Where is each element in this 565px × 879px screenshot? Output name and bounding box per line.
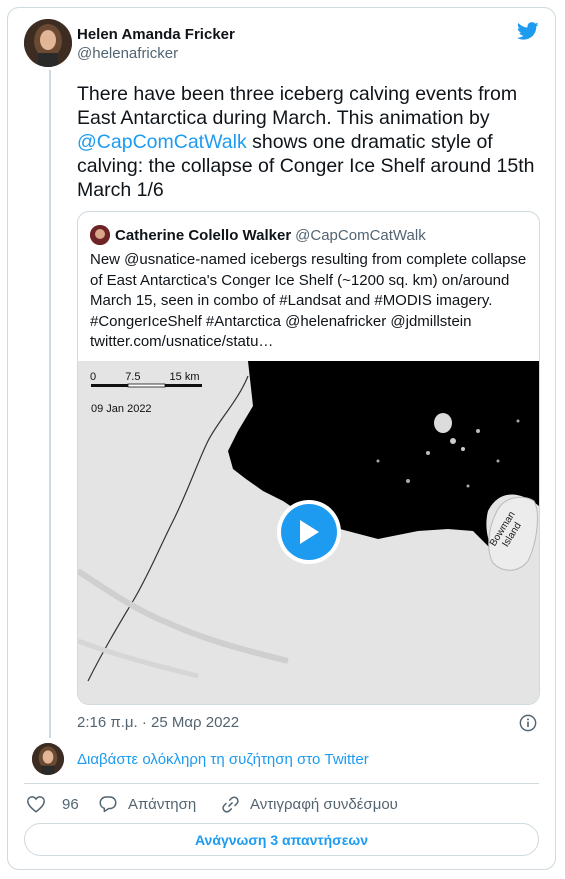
author-handle[interactable]: @helenafricker	[77, 45, 178, 62]
tweet-timestamp[interactable]: 2:16 π.μ. · 25 Μαρ 2022	[77, 714, 239, 731]
quoted-text: New @usnatice-named icebergs resulting f…	[90, 250, 530, 353]
mention-link[interactable]: @CapComCatWalk	[77, 131, 247, 153]
like-action[interactable]: 96	[26, 795, 79, 813]
read-replies-button[interactable]: Ανάγνωση 3 απαντήσεων	[24, 823, 539, 856]
author-avatar[interactable]	[24, 19, 72, 67]
quoted-text-line: New @usnatice-named icebergs resulting f…	[90, 251, 527, 268]
video-thumbnail[interactable]: 0 7.5 15 km 09 Jan 2022 Bowman Island	[78, 361, 539, 704]
thread-avatar	[32, 743, 64, 775]
quoted-author-name: Catherine Colello Walker	[115, 227, 292, 244]
author-name[interactable]: Helen Amanda Fricker	[77, 26, 235, 43]
info-icon[interactable]	[519, 714, 537, 732]
quoted-tweet[interactable]: Catherine Colello Walker @CapComCatWalk N…	[77, 211, 540, 705]
quoted-author: Catherine Colello Walker @CapComCatWalk	[115, 227, 426, 244]
tweet-text-part: There have been three iceberg calving ev…	[77, 83, 518, 129]
quoted-author-avatar	[90, 225, 110, 245]
reply-label: Απάντηση	[128, 795, 197, 813]
quoted-text-line: #CongerIceShelf #Antarctica @helenafrick…	[90, 312, 472, 330]
copy-link-label: Αντιγραφή συνδέσμου	[250, 796, 398, 813]
copy-link-action[interactable]: Αντιγραφή συνδέσμου	[221, 795, 398, 814]
scale-label: 15 km	[169, 371, 200, 383]
twitter-bird-icon[interactable]	[515, 20, 541, 42]
scale-label: 0	[90, 371, 97, 383]
scale-label: 7.5	[125, 371, 141, 383]
link-icon	[222, 796, 239, 813]
quoted-text-line: of East Antarctica's Conger Ice Shelf (~…	[90, 271, 510, 289]
read-thread-link[interactable]: Διαβάστε ολόκληρη τη συζήτηση στο Twitte…	[77, 751, 369, 768]
divider	[24, 783, 539, 784]
reply-action[interactable]: Απάντηση	[98, 795, 196, 813]
heart-icon	[27, 796, 45, 813]
thread-line	[49, 70, 51, 738]
like-count: 96	[62, 795, 79, 813]
tweet-text: There have been three iceberg calving ev…	[77, 82, 537, 202]
map-date-label: 09 Jan 2022	[91, 403, 152, 415]
reply-icon	[99, 796, 117, 813]
quoted-text-line: March 15, seen in combo of #Landsat and …	[90, 292, 493, 309]
quoted-author-handle: @CapComCatWalk	[295, 227, 426, 244]
scale-bar-labels: 0 7.5 15 km	[90, 371, 200, 383]
play-button[interactable]	[277, 500, 341, 564]
quoted-text-line: twitter.com/usnatice/statu…	[90, 333, 274, 350]
play-icon	[281, 504, 337, 560]
